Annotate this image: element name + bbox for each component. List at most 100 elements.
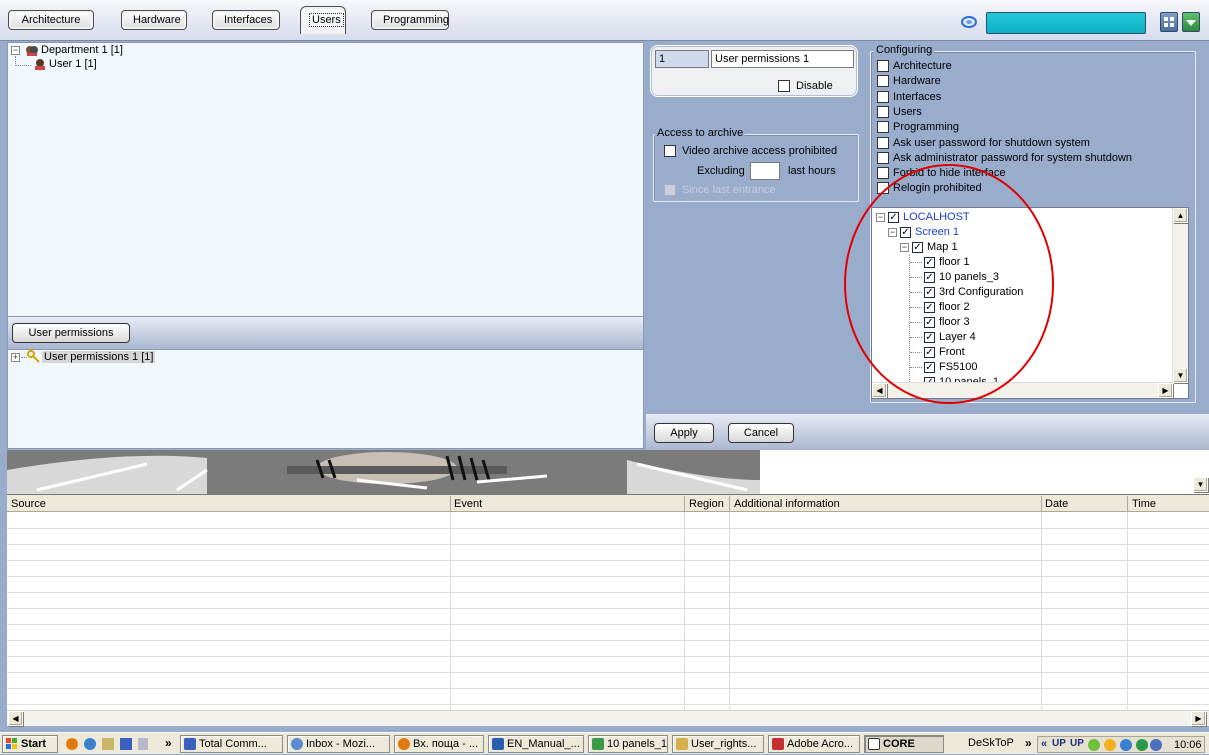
scroll-down-arrow-icon[interactable]: ▼	[1173, 368, 1188, 383]
user-tree-panel: − Department 1 [1] User 1 [1]	[7, 42, 644, 317]
task-inbox-bg[interactable]: Вх. поща - ...	[394, 735, 484, 753]
desktop-toolbar-label[interactable]: DeSkToP	[968, 737, 1014, 749]
quicklaunch-overflow-chevron-icon[interactable]: »	[165, 736, 172, 750]
save-quicklaunch-icon[interactable]	[120, 738, 132, 750]
vertical-scrollbar[interactable]: ▲ ▼	[1172, 208, 1188, 384]
layout-grid-button[interactable]	[1160, 12, 1178, 32]
video-side-area: ▼	[760, 450, 1209, 494]
highlight-circle	[844, 164, 1054, 404]
col-additional-info[interactable]: Additional information	[734, 498, 840, 510]
cfg-architecture-label: Architecture	[893, 60, 952, 72]
cfg-user-password-checkbox[interactable]	[877, 137, 889, 149]
video-prohibited-checkbox[interactable]	[664, 145, 676, 157]
cfg-users-checkbox[interactable]	[877, 106, 889, 118]
tray-up-icon-1[interactable]: UP	[1052, 738, 1066, 749]
window-icon	[868, 738, 880, 750]
tab-interfaces[interactable]: Interfaces	[212, 10, 280, 30]
disable-label: Disable	[796, 80, 833, 92]
events-table: Source Event Region Additional informati…	[7, 494, 1209, 711]
tray-up-icon-2[interactable]: UP	[1070, 738, 1084, 749]
col-source[interactable]: Source	[11, 498, 46, 510]
task-total-commander[interactable]: Total Comm...	[180, 735, 283, 753]
col-time[interactable]: Time	[1132, 498, 1156, 510]
task-user-rights[interactable]: User_rights...	[672, 735, 764, 753]
hours-field[interactable]	[750, 162, 780, 180]
scroll-left-arrow-icon[interactable]: ◀	[8, 711, 23, 726]
scroll-up-arrow-icon[interactable]: ▲	[1173, 208, 1188, 223]
tab-hardware[interactable]: Hardware	[121, 10, 187, 30]
scroll-right-arrow-icon[interactable]: ▶	[1191, 711, 1206, 726]
tab-programming[interactable]: Programming	[371, 10, 449, 30]
department-icon	[25, 44, 39, 57]
cfg-programming-label: Programming	[893, 121, 960, 133]
last-hours-label: last hours	[788, 165, 836, 177]
tray-volume-icon[interactable]	[1120, 739, 1132, 751]
action-bar: Apply Cancel	[646, 414, 1209, 450]
user-permissions-button[interactable]: User permissions	[12, 323, 130, 343]
cfg-interfaces-checkbox[interactable]	[877, 91, 889, 103]
collapse-toggle[interactable]: −	[11, 46, 20, 55]
search-field[interactable]	[986, 12, 1146, 34]
windows-logo-icon	[6, 738, 18, 750]
explorer-icon	[676, 738, 688, 750]
cancel-button[interactable]: Cancel	[728, 423, 794, 443]
browser-quicklaunch-icon[interactable]	[84, 738, 96, 750]
identity-box: 1 User permissions 1 Disable	[650, 45, 858, 97]
configuring-title: Configuring	[874, 44, 935, 56]
acrobat-icon	[772, 738, 784, 750]
tray-antivirus-icon[interactable]	[1136, 739, 1148, 751]
thunderbird-icon	[291, 738, 303, 750]
events-horizontal-scrollbar[interactable]: ◀ ▶	[7, 710, 1209, 726]
apply-button[interactable]: Apply	[654, 423, 714, 443]
cfg-architecture-checkbox[interactable]	[877, 60, 889, 72]
scroll-left-arrow-icon[interactable]: ◀	[872, 383, 887, 398]
permission-node[interactable]: User permissions 1 [1]	[42, 351, 156, 364]
tray-overflow-chevron-icon[interactable]: »	[1025, 736, 1032, 750]
scroll-down-arrow-icon[interactable]: ▼	[1193, 477, 1208, 492]
cfg-forbid-hide-checkbox[interactable]	[877, 167, 889, 179]
task-10-panels[interactable]: 10 panels_1	[588, 735, 668, 753]
document-quicklaunch-icon[interactable]	[138, 738, 148, 750]
tray-app-icon[interactable]	[1150, 739, 1162, 751]
since-last-checkbox[interactable]	[664, 184, 676, 196]
expand-toggle[interactable]: +	[11, 353, 20, 362]
tray-network-icon[interactable]	[1088, 739, 1100, 751]
col-region[interactable]: Region	[689, 498, 724, 510]
main-tab-bar: Architecture Hardware Interfaces Users P…	[0, 0, 1209, 41]
access-archive-group: Access to archive Video archive access p…	[653, 127, 859, 202]
col-date[interactable]: Date	[1045, 498, 1068, 510]
dropdown-arrow-button[interactable]	[1182, 12, 1200, 32]
user-node[interactable]: User 1 [1]	[49, 58, 97, 71]
cfg-programming-checkbox[interactable]	[877, 121, 889, 133]
id-field[interactable]: 1	[655, 50, 709, 68]
cfg-interfaces-label: Interfaces	[893, 91, 942, 103]
tab-architecture[interactable]: Architecture	[8, 10, 94, 30]
tab-users[interactable]: Users	[300, 6, 346, 34]
permissions-tree-panel: + User permissions 1 [1]	[7, 349, 644, 449]
config-panel: 1 User permissions 1 Disable Access to a…	[646, 42, 1206, 414]
cfg-users-label: Users	[893, 106, 922, 118]
disable-checkbox[interactable]	[778, 80, 790, 92]
firefox-quicklaunch-icon[interactable]	[66, 738, 78, 750]
scroll-right-arrow-icon[interactable]: ▶	[1158, 383, 1173, 398]
access-archive-title: Access to archive	[655, 127, 746, 139]
cfg-hardware-checkbox[interactable]	[877, 75, 889, 87]
col-event[interactable]: Event	[454, 498, 482, 510]
tray-back-icon[interactable]: «	[1041, 738, 1047, 750]
task-core[interactable]: CORE	[864, 735, 944, 753]
tool-quicklaunch-icon[interactable]	[102, 738, 114, 750]
excluding-label: Excluding	[697, 165, 745, 177]
cfg-admin-password-checkbox[interactable]	[877, 152, 889, 164]
department-node[interactable]: Department 1 [1]	[41, 44, 123, 57]
task-inbox-mozilla[interactable]: Inbox - Mozi...	[287, 735, 390, 753]
task-en-manual[interactable]: EN_Manual_...	[488, 735, 584, 753]
task-adobe-acrobat[interactable]: Adobe Acro...	[768, 735, 860, 753]
signal-icon[interactable]	[960, 14, 978, 30]
name-field[interactable]: User permissions 1	[711, 50, 854, 68]
system-tray: « UP UP 10:06	[1037, 736, 1205, 753]
tray-update-icon[interactable]	[1104, 739, 1116, 751]
user-icon	[33, 58, 47, 71]
firefox-icon	[398, 738, 410, 750]
cfg-admin-password-label: Ask administrator password for system sh…	[893, 152, 1133, 164]
start-button[interactable]: Start	[2, 735, 58, 753]
